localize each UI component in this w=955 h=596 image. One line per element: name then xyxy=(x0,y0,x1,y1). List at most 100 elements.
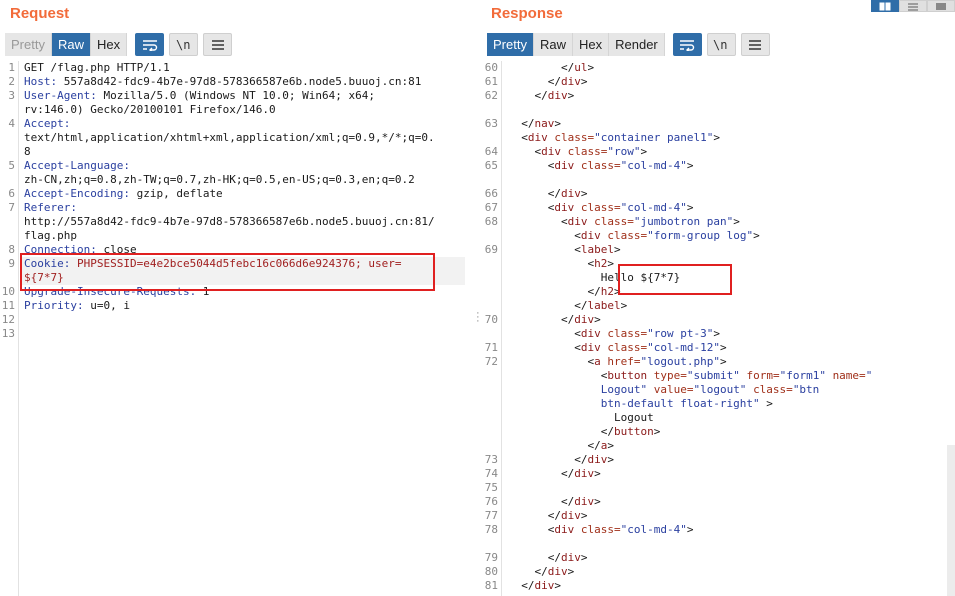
line-number: 75 xyxy=(484,481,498,494)
response-line: </button> xyxy=(508,425,661,438)
line-number: 61 xyxy=(484,75,498,88)
header-value: Mozilla/5.0 (Windows NT 10.0; Win64; x64… xyxy=(96,89,376,102)
line-number: 8 xyxy=(8,243,15,256)
line-number: 78 xyxy=(484,523,498,536)
hello-output-highlight-box xyxy=(618,264,732,295)
response-line: </div> xyxy=(508,187,588,200)
header-name: Priority: xyxy=(24,299,84,312)
line-number: 3 xyxy=(8,89,15,102)
response-line: </ul> xyxy=(508,61,595,74)
response-gutter: 60 61 62 63 64 65 66 67 68 69 70 71 72 73 74 75 76 77 78 79… xyxy=(480,61,502,596)
request-tabbar: Pretty Raw Hex \n xyxy=(5,33,233,56)
menu-icon xyxy=(749,39,762,50)
header-name: Accept: xyxy=(24,117,71,130)
response-line: <div class="col-md-4"> xyxy=(508,159,694,172)
request-gutter: 1 2 3 4 5 6 7 8 9 10 11 12 13 xyxy=(0,61,19,596)
newline-toggle-button[interactable]: \n xyxy=(169,33,199,56)
line-number: 4 xyxy=(8,117,15,130)
response-line: <div class="row"> xyxy=(508,145,648,158)
response-line: <div class="col-md-12"> xyxy=(508,341,727,354)
line-number: 69 xyxy=(484,243,498,256)
line-number: 65 xyxy=(484,159,498,172)
request-line: Accept: xyxy=(24,117,70,131)
response-line: <label> xyxy=(508,243,621,256)
response-line: </div> xyxy=(508,75,588,88)
menu-icon xyxy=(211,39,224,50)
response-line: </div> xyxy=(508,313,601,326)
line-number: 9 xyxy=(8,257,15,270)
line-number: 71 xyxy=(484,341,498,354)
header-value: 557a8d42-fdc9-4b7e-97d8-578366587e6b.nod… xyxy=(57,75,422,88)
response-line: <a href="logout.php"> xyxy=(508,355,727,368)
line-number: 68 xyxy=(484,215,498,228)
response-line: </nav> xyxy=(508,117,561,130)
request-editor[interactable]: 1 2 3 4 5 6 7 8 9 10 11 12 13 GET /flag.php HTTP/1.1… xyxy=(0,61,475,596)
response-title: Response xyxy=(491,5,563,22)
line-number: 1 xyxy=(8,61,15,74)
response-line: <div class="form-group log"> xyxy=(508,229,760,242)
response-line: </div> xyxy=(508,89,575,102)
layout-split-button[interactable] xyxy=(871,0,899,12)
response-tab-render[interactable]: Render xyxy=(609,33,665,56)
request-pane: Request Pretty Raw Hex \n 1 2 3 4 5 6 7 8 9 10 11 1… xyxy=(0,0,475,596)
line-number: 63 xyxy=(484,117,498,130)
header-name: Accept-Encoding: xyxy=(24,187,130,200)
response-wrap-toggle-button[interactable] xyxy=(672,33,702,56)
line-number: 72 xyxy=(484,355,498,368)
line-number: 10 xyxy=(1,285,15,298)
layout-horizontal-button[interactable] xyxy=(899,0,927,12)
line-number: 66 xyxy=(484,187,498,200)
response-line: </div> xyxy=(508,453,614,466)
header-name: Accept-Language: xyxy=(24,159,130,172)
response-line: </div> xyxy=(508,579,561,592)
line-number: 74 xyxy=(484,467,498,480)
line-number: 2 xyxy=(8,75,15,88)
response-line: <div class="container panel1"> xyxy=(508,131,720,144)
wrap-icon xyxy=(142,39,157,51)
line-number: 11 xyxy=(1,299,15,312)
request-line: flag.php xyxy=(24,229,77,242)
layout-single-icon xyxy=(936,2,946,10)
request-line: Accept-Encoding: gzip, deflate xyxy=(24,187,223,201)
response-line: Logout" value="logout" class="btn xyxy=(600,383,820,396)
request-tab-hex[interactable]: Hex xyxy=(90,33,128,56)
response-line: </div> xyxy=(508,467,601,480)
response-line: </label> xyxy=(508,299,628,312)
response-line: Logout xyxy=(508,411,654,424)
response-line: </div> xyxy=(508,495,601,508)
layout-toggle xyxy=(871,0,955,12)
header-value: gzip, deflate xyxy=(129,187,223,200)
line-number: 64 xyxy=(484,145,498,158)
header-value: u=0, i xyxy=(83,299,130,312)
cookie-highlight-box xyxy=(20,253,435,291)
line-number: 73 xyxy=(484,453,498,466)
request-line: text/html,application/xhtml+xml,applicat… xyxy=(24,131,435,144)
request-line: zh-CN,zh;q=0.8,zh-TW;q=0.7,zh-HK;q=0.5,e… xyxy=(24,173,415,186)
response-line: </div> xyxy=(508,551,588,564)
request-line: http://557a8d42-fdc9-4b7e-97d8-578366587… xyxy=(24,215,435,228)
wrap-toggle-button[interactable] xyxy=(135,33,165,56)
layout-horizontal-icon xyxy=(908,2,918,11)
line-number: 79 xyxy=(484,551,498,564)
response-newline-toggle-button[interactable]: \n xyxy=(706,33,736,56)
response-tab-hex[interactable]: Hex xyxy=(572,33,610,56)
line-number: 76 xyxy=(484,495,498,508)
line-number: 60 xyxy=(484,61,498,74)
request-tab-raw[interactable]: Raw xyxy=(51,33,91,56)
request-line: rv:146.0) Gecko/20100101 Firefox/146.0 xyxy=(24,103,276,116)
response-editor[interactable]: 60 61 62 63 64 65 66 67 68 69 70 71 72 73 74 75 76 77 78 79… xyxy=(480,61,955,596)
response-line: <div class="jumbotron pan"> xyxy=(508,215,740,228)
request-tab-pretty[interactable]: Pretty xyxy=(5,33,52,56)
response-scrollbar[interactable] xyxy=(947,445,955,596)
response-tab-pretty[interactable]: Pretty xyxy=(487,33,534,56)
request-line: Priority: u=0, i xyxy=(24,299,130,313)
line-number: 62 xyxy=(484,89,498,102)
header-name: Referer: xyxy=(24,201,77,214)
response-line: </h2> xyxy=(508,285,621,298)
layout-single-button[interactable] xyxy=(927,0,955,12)
response-menu-button[interactable] xyxy=(740,33,770,56)
response-line: <div class="row pt-3"> xyxy=(508,327,720,340)
response-tab-raw[interactable]: Raw xyxy=(533,33,573,56)
request-menu-button[interactable] xyxy=(203,33,233,56)
request-line: Accept-Language: xyxy=(24,159,130,173)
